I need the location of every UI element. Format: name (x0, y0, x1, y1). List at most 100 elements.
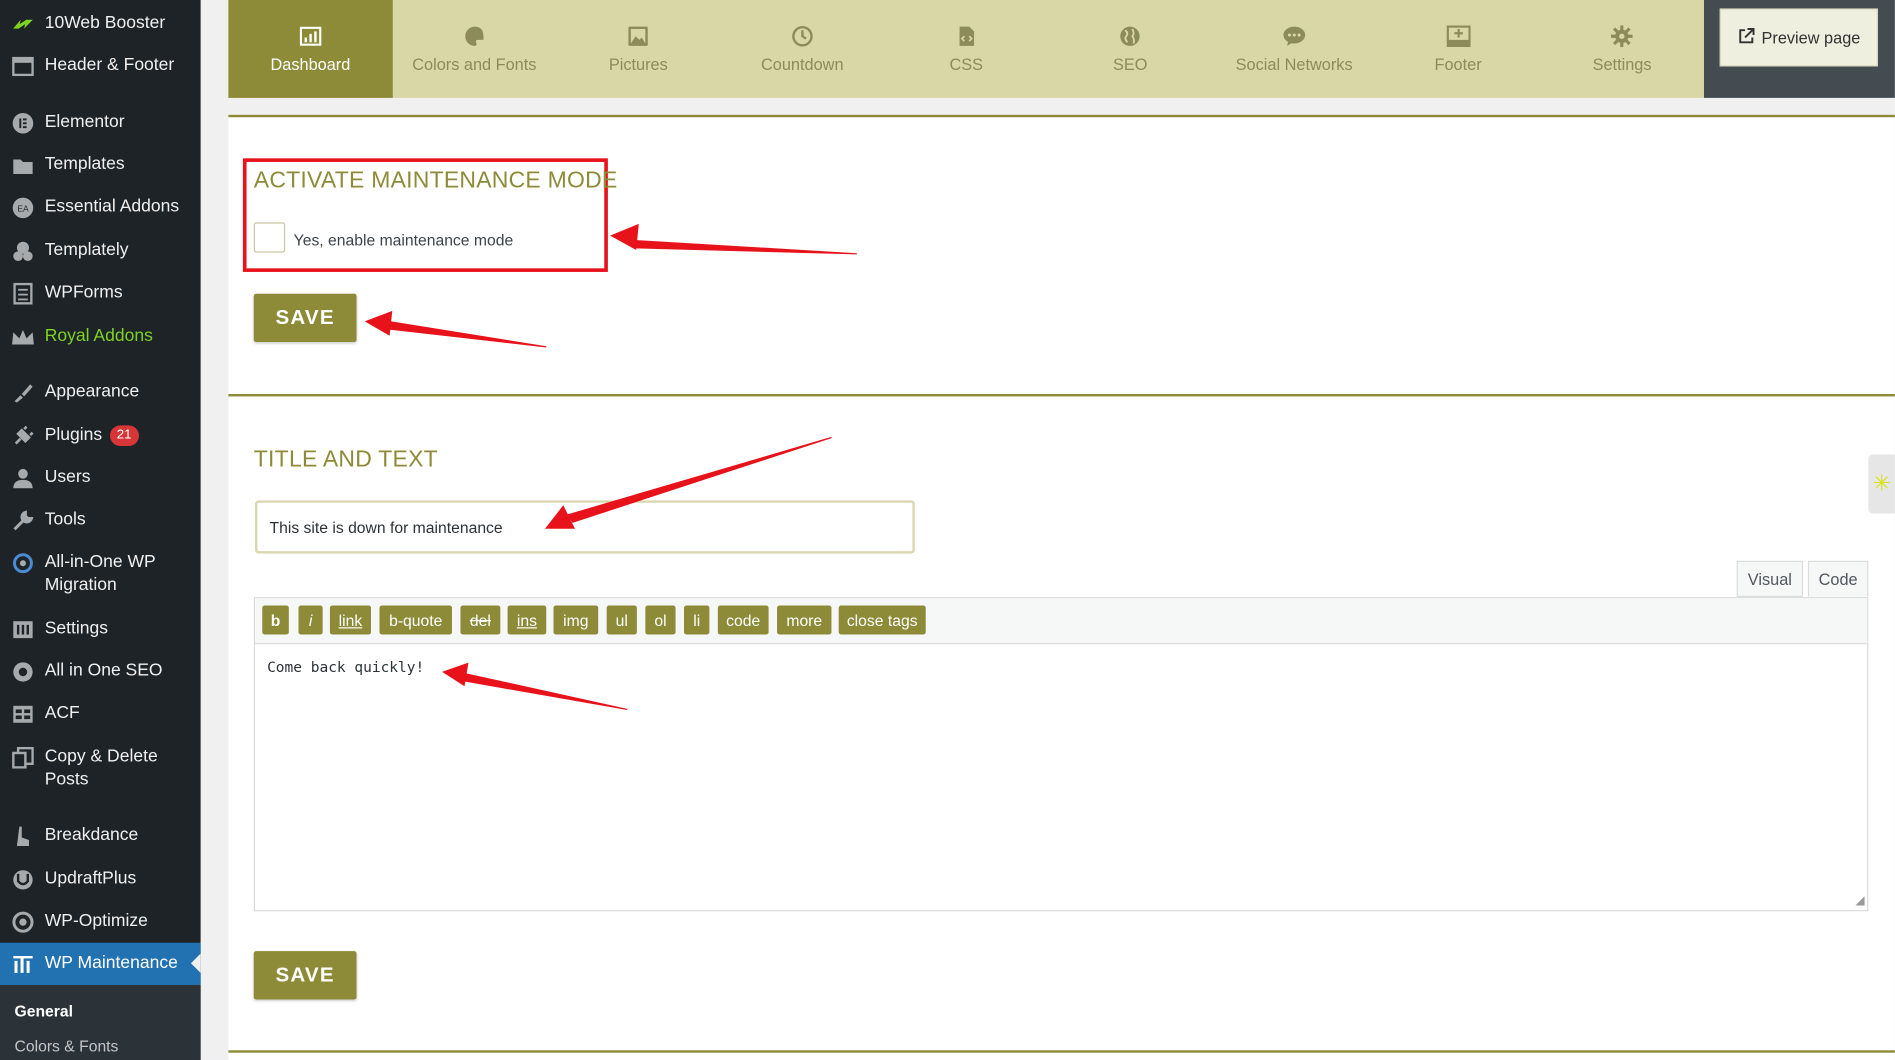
sidebar-item-label: Breakdance (44, 825, 139, 845)
qt-bquote-button[interactable]: b-quote (379, 605, 452, 635)
sidebar-item-copy-delete-posts[interactable]: Copy & Delete Posts (0, 746, 201, 792)
10web-icon (11, 12, 35, 36)
brush-icon (11, 381, 35, 405)
enable-maintenance-checkbox[interactable] (253, 222, 286, 253)
submenu-item-colors-fonts[interactable]: Colors & Fonts (15, 1037, 119, 1055)
sidebar-item-label: All in One SEO (44, 661, 163, 681)
sidebar-item-royal-addons[interactable]: Royal Addons (0, 325, 201, 349)
sidebar-item-wpforms[interactable]: WPForms (0, 282, 201, 306)
settings-icon (11, 618, 35, 642)
tab-label: SEO (1112, 55, 1148, 74)
qt-img-button[interactable]: img (553, 605, 599, 635)
sidebar-item-essential-addons[interactable]: EA Essential Addons (0, 196, 201, 220)
submenu-item-general[interactable]: General (15, 1002, 74, 1020)
qt-link-button[interactable]: link (329, 605, 372, 635)
preview-label: Preview page (1761, 28, 1861, 47)
qt-ins-button[interactable]: ins (507, 605, 547, 635)
sidebar-item-label: Tools (44, 510, 86, 530)
qt-bold-button[interactable]: b (262, 605, 289, 635)
qt-code-button[interactable]: code (717, 605, 769, 635)
crown-icon (11, 325, 35, 349)
sidebar-item-label: WPForms (44, 282, 123, 303)
sidebar-item-wp-maintenance[interactable]: WP Maintenance (0, 942, 201, 986)
tab-settings[interactable]: Settings (1540, 0, 1704, 98)
qt-del-button[interactable]: del (460, 605, 501, 635)
sidebar-item-users[interactable]: Users (0, 467, 201, 491)
ea-icon: EA (11, 196, 35, 220)
resize-handle-icon[interactable]: ◢ (1855, 894, 1864, 907)
sidebar-item-all-in-one-wp-migration[interactable]: All-in-One WP Migration (0, 551, 201, 597)
sidebar-item-all-in-one-seo[interactable]: All in One SEO (0, 660, 201, 684)
chat-icon (1282, 24, 1306, 48)
tab-label: Countdown (760, 55, 844, 74)
editor-content[interactable]: Come back quickly! (267, 659, 424, 676)
preview-page-button[interactable]: Preview page (1719, 8, 1879, 67)
palette-icon (462, 24, 486, 48)
footer-icon (1446, 24, 1471, 48)
wrench-icon (11, 509, 35, 533)
sidebar-item-label: Templately (44, 240, 129, 260)
sidebar-item-settings[interactable]: Settings (0, 618, 201, 642)
input-value: This site is down for maintenance (269, 517, 503, 537)
section-divider (228, 394, 1895, 397)
maintenance-title-input[interactable]: This site is down for maintenance (254, 500, 915, 554)
sidebar-item-label: Plugins 21 (45, 424, 139, 447)
tab-pictures[interactable]: Pictures (556, 0, 720, 98)
sidebar-item-acf[interactable]: ACF (0, 702, 201, 726)
sidebar-item-appearance[interactable]: Appearance (0, 381, 201, 405)
sidebar-item-plugins[interactable]: Plugins 21 (0, 424, 201, 448)
updraft-icon (11, 868, 35, 892)
plugins-label: Plugins (44, 425, 103, 445)
floating-widget-icon[interactable]: ✳ (1868, 454, 1895, 514)
svg-text:EA: EA (17, 204, 29, 214)
sidebar-item-label: Royal Addons (44, 326, 153, 346)
sidebar-item-templates[interactable]: Templates (0, 153, 201, 177)
visual-mode-tab[interactable]: Visual (1736, 560, 1804, 598)
acf-icon (11, 702, 35, 726)
sidebar-item-label: Users (44, 467, 91, 488)
tab-label: Social Networks (1235, 55, 1353, 74)
sidebar-item-label: ACF (44, 703, 80, 723)
tab-countdown[interactable]: Countdown (720, 0, 884, 98)
save-button-bottom[interactable]: SAVE (253, 951, 357, 1000)
tab-label: Settings (1592, 55, 1652, 74)
tab-dashboard[interactable]: Dashboard (228, 0, 393, 98)
sidebar-item-header-footer[interactable]: Header & Footer (0, 54, 201, 78)
tab-label: Dashboard (270, 55, 351, 74)
sidebar-item-10web-booster[interactable]: 10Web Booster (0, 12, 201, 36)
elementor-icon (11, 111, 35, 135)
tab-colors-and-fonts[interactable]: Colors and Fonts (392, 0, 556, 98)
tab-label: Footer (1434, 55, 1482, 74)
qt-li-button[interactable]: li (684, 605, 710, 635)
activate-section-title: ACTIVATE MAINTENANCE MODE (253, 167, 618, 194)
plugin-tabs: Dashboard Colors and Fonts Pictures Coun… (228, 0, 1704, 98)
tab-css[interactable]: CSS (884, 0, 1048, 98)
admin-sidebar: 10Web Booster Header & Footer Elementor … (0, 0, 201, 1060)
text-editor: b i link b-quote del ins img ul ol li co… (253, 597, 1869, 912)
breakdance-icon (11, 824, 35, 848)
sidebar-item-templately[interactable]: Templately (0, 239, 201, 263)
sidebar-item-label: Settings (44, 618, 109, 639)
qt-more-button[interactable]: more (777, 605, 832, 635)
sidebar-item-breakdance[interactable]: Breakdance (0, 824, 201, 848)
qt-ol-button[interactable]: ol (645, 605, 676, 635)
sidebar-item-tools[interactable]: Tools (0, 509, 201, 533)
sidebar-item-wp-optimize[interactable]: WP-Optimize (0, 910, 201, 934)
qt-close-tags-button[interactable]: close tags (838, 605, 926, 635)
tab-social-networks[interactable]: Social Networks (1212, 0, 1376, 98)
sidebar-item-label: Header & Footer (44, 55, 175, 75)
css-file-icon (954, 24, 978, 48)
current-menu-arrow (190, 953, 201, 973)
sidebar-item-updraftplus[interactable]: UpdraftPlus (0, 868, 201, 892)
qt-italic-button[interactable]: i (298, 605, 323, 635)
save-button[interactable]: SAVE (253, 293, 357, 343)
sidebar-item-label: All-in-One WP Migration (44, 552, 156, 595)
tab-footer[interactable]: Footer (1376, 0, 1540, 98)
code-mode-tab[interactable]: Code (1807, 560, 1869, 598)
tab-seo[interactable]: SEO (1048, 0, 1212, 98)
qt-ul-button[interactable]: ul (606, 605, 637, 635)
tab-label: Colors and Fonts (412, 55, 537, 74)
enable-maintenance-label[interactable]: Yes, enable maintenance mode (294, 231, 514, 249)
sidebar-item-label: Appearance (44, 381, 140, 402)
sidebar-item-elementor[interactable]: Elementor (0, 111, 201, 135)
